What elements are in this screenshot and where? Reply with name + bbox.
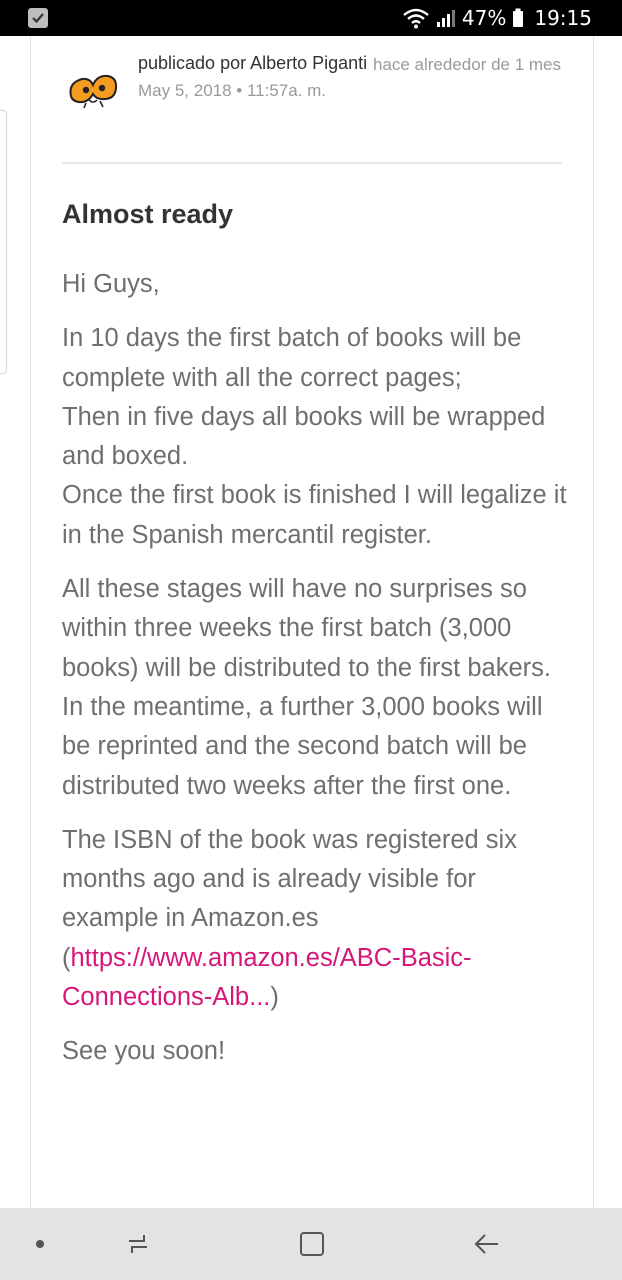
status-indicators: 47% 19:15 bbox=[402, 0, 592, 36]
home-icon[interactable] bbox=[294, 1226, 330, 1262]
paren-close: ) bbox=[270, 983, 279, 1012]
clock: 19:15 bbox=[534, 6, 592, 30]
recents-icon[interactable] bbox=[120, 1226, 156, 1262]
body-line: Then in five days all books will be wrap… bbox=[62, 402, 546, 471]
wifi-icon bbox=[402, 7, 430, 29]
amazon-link[interactable]: https://www.amazon.es/ABC-Basic-Connecti… bbox=[62, 944, 472, 1011]
back-arrow-icon[interactable] bbox=[468, 1226, 504, 1262]
dot-indicator-icon bbox=[22, 1226, 58, 1262]
body-line: In the meantime, a further 3,000 books w… bbox=[62, 692, 543, 800]
body-line: All these stages will have no surprises … bbox=[62, 575, 551, 682]
paren-open: ( bbox=[62, 943, 71, 972]
signal-icon bbox=[436, 8, 456, 28]
battery-icon bbox=[512, 8, 524, 28]
checkbox-icon bbox=[28, 8, 48, 28]
relative-time: hace alrededor de 1 mes bbox=[372, 55, 561, 74]
post-body: Hi Guys, In 10 days the first batch of b… bbox=[62, 265, 572, 1087]
author-line[interactable]: publicado por Alberto Piganti bbox=[138, 50, 378, 77]
navigation-bar bbox=[0, 1208, 622, 1280]
body-line: The ISBN of the book was registered six … bbox=[62, 825, 517, 933]
greeting: Hi Guys, bbox=[62, 270, 160, 298]
post-meta: publicado por Alberto Piganti May 5, 201… bbox=[138, 50, 378, 104]
battery-percentage: 47% bbox=[461, 6, 507, 30]
status-bar: 47% 19:15 bbox=[0, 0, 622, 36]
post-date: May 5, 2018 • 11:57a. m. bbox=[138, 81, 327, 100]
body-line: In 10 days the first batch of books will… bbox=[62, 324, 522, 392]
paragraph-isbn: The ISBN of the book was registered six … bbox=[62, 821, 572, 1017]
post-title: Almost ready bbox=[62, 199, 234, 229]
signoff: See you soon! bbox=[62, 1037, 226, 1066]
body-line: Once the first book is finished I will l… bbox=[62, 481, 567, 549]
paragraph-distribution: All these stages will have no surprises … bbox=[62, 570, 572, 806]
orange-bug-logo-icon bbox=[66, 70, 120, 110]
divider bbox=[62, 162, 562, 164]
side-panel-handle[interactable] bbox=[0, 110, 7, 374]
paragraph-schedule: In 10 days the first batch of books will… bbox=[62, 319, 572, 555]
